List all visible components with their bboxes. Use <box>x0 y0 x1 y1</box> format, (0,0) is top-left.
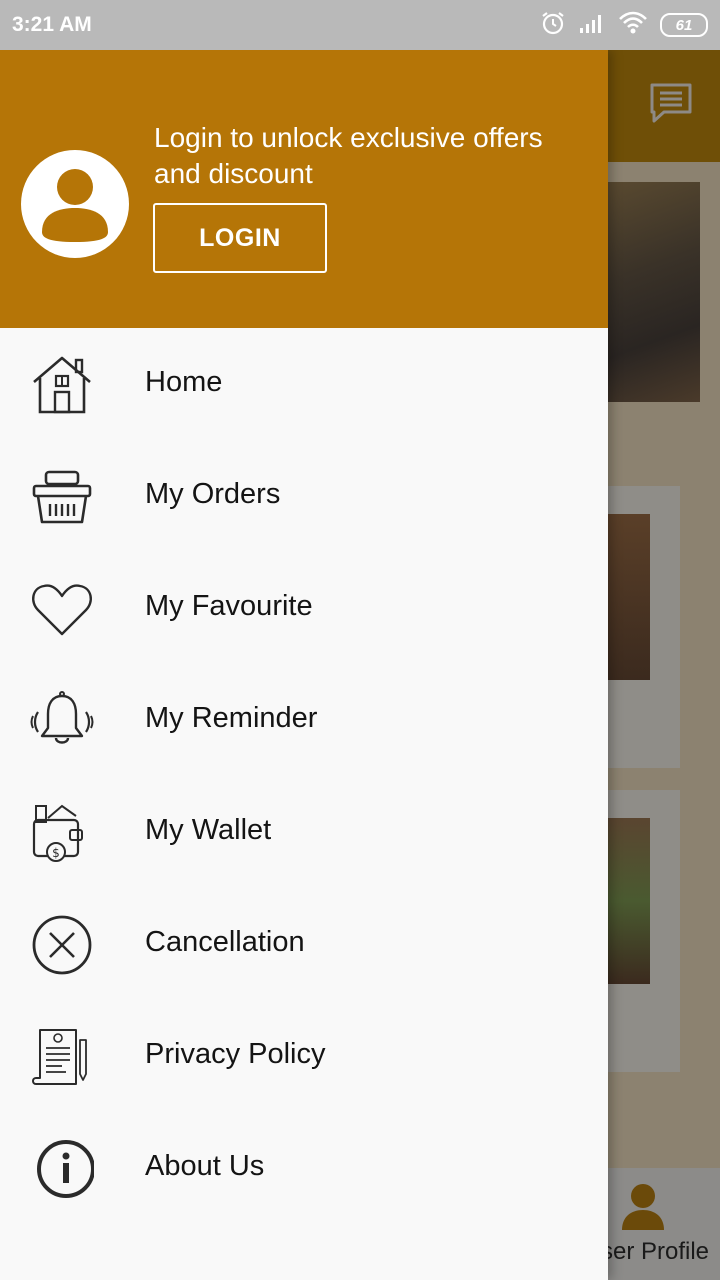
menu-item-cancellation[interactable]: Cancellation <box>0 888 608 1000</box>
menu-label: About Us <box>145 1150 265 1182</box>
heart-icon <box>30 578 94 640</box>
login-promo-text: Login to unlock exclusive offers and dis… <box>154 122 543 189</box>
battery-icon: 61 <box>660 13 708 37</box>
login-button[interactable]: LOGIN <box>153 203 327 273</box>
menu-label: Home <box>145 366 223 398</box>
menu-item-about-us[interactable]: About Us <box>0 1112 608 1224</box>
info-icon <box>30 1138 95 1200</box>
status-icons: 61 <box>540 10 708 40</box>
menu-label: My Orders <box>145 478 281 510</box>
navigation-drawer: Login to unlock exclusive offers and dis… <box>0 50 608 1280</box>
basket-icon <box>30 466 94 528</box>
menu-label: My Reminder <box>145 702 318 734</box>
svg-text:$: $ <box>52 846 60 860</box>
menu-item-home[interactable]: Home <box>0 328 608 440</box>
cancel-icon <box>30 914 94 976</box>
menu-item-my-favourite[interactable]: My Favourite <box>0 552 608 664</box>
menu-label: Privacy Policy <box>145 1038 326 1070</box>
drawer-menu: Home My Orders My Favourite My Reminder <box>0 328 608 1224</box>
alarm-icon <box>540 10 566 41</box>
menu-item-privacy-policy[interactable]: Privacy Policy <box>0 1000 608 1112</box>
drawer-header: Login to unlock exclusive offers and dis… <box>0 50 608 328</box>
status-time: 3:21 AM <box>12 13 92 36</box>
document-icon <box>30 1026 94 1088</box>
menu-item-my-orders[interactable]: My Orders <box>0 440 608 552</box>
menu-label: My Wallet <box>145 814 272 846</box>
signal-icon <box>578 12 606 39</box>
user-profile-icon <box>620 1182 666 1232</box>
bell-icon <box>30 690 94 752</box>
menu-item-my-wallet[interactable]: $ My Wallet <box>0 776 608 888</box>
wallet-icon: $ <box>30 802 94 864</box>
wifi-icon <box>618 11 648 40</box>
chat-icon[interactable] <box>648 82 694 124</box>
menu-label: Cancellation <box>145 926 305 958</box>
banner-image <box>600 182 700 402</box>
menu-label: My Favourite <box>145 590 313 622</box>
avatar <box>21 150 129 258</box>
menu-item-my-reminder[interactable]: My Reminder <box>0 664 608 776</box>
status-bar: 3:21 AM 61 <box>0 0 720 50</box>
home-icon <box>30 354 94 416</box>
user-profile-label[interactable]: ser Profile <box>590 1238 720 1266</box>
